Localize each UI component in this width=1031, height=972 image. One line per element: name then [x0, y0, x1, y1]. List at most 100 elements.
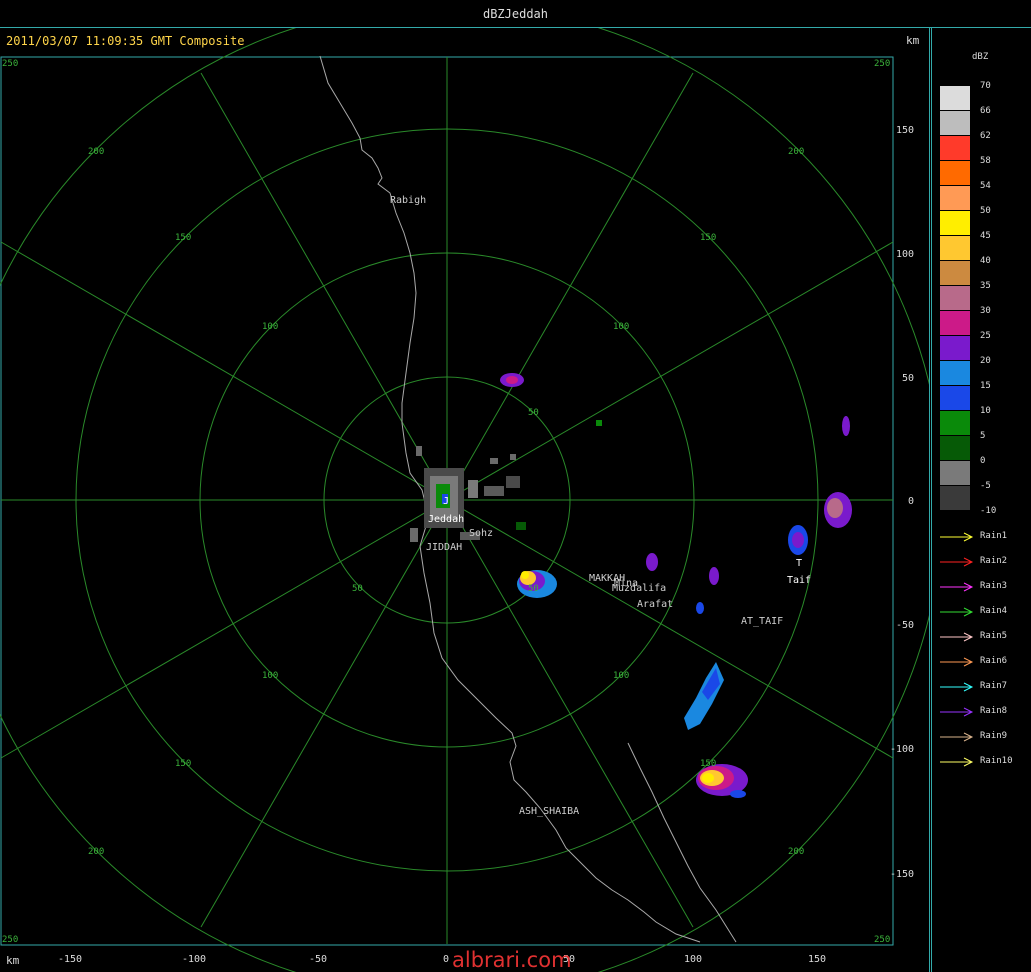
legend-swatch [940, 111, 970, 135]
legend-swatch [940, 411, 970, 435]
rain-label: Rain8 [980, 706, 1008, 716]
legend-value: 62 [980, 131, 991, 141]
place-taif: Taif [787, 575, 811, 586]
x-tick: -50 [309, 954, 327, 965]
place-arafat: Arafat [637, 599, 673, 610]
rain-arrow-icon [940, 757, 974, 767]
ring-label-50-sw: 50 [352, 584, 363, 594]
place-jiddah: JIDDAH [426, 542, 462, 553]
legend-swatch [940, 361, 970, 385]
legend-value: 35 [980, 281, 991, 291]
y-tick: 150 [896, 125, 914, 136]
place-at-taif: AT_TAIF [741, 616, 783, 627]
unit-label-top: km [906, 34, 920, 47]
place-jeddah: Jeddah [428, 514, 464, 525]
legend-value: 10 [980, 406, 991, 416]
legend-panel: dBZ 70 66 62 58 54 50 45 40 35 30 25 20 15 10 5 0 -5 -10… [931, 28, 1031, 972]
ring-label-100-sw: 100 [262, 671, 278, 681]
legend-value: 30 [980, 306, 991, 316]
legend-swatch [940, 286, 970, 310]
legend-unit: dBZ [972, 52, 989, 62]
legend-value: 70 [980, 81, 991, 91]
rain-arrow-icon [940, 557, 974, 567]
ring-label-150-sw: 150 [175, 759, 191, 769]
legend-value: 50 [980, 206, 991, 216]
ring-label-200-sw: 200 [88, 847, 104, 857]
legend-swatch [940, 261, 970, 285]
place-jeddah-marker: J [443, 496, 449, 507]
ring-label-50-se: 50 [528, 584, 539, 594]
rain-label: Rain7 [980, 681, 1008, 691]
legend-swatch [940, 311, 970, 335]
ring-label-150-ne: 150 [700, 233, 716, 243]
radar-canvas[interactable]: 50 50 50 100 100 100 100 150 150 150 150… [0, 28, 929, 972]
legend-swatch [940, 386, 970, 410]
ring-label-250-se: 250 [874, 935, 890, 945]
x-tick: 100 [684, 954, 702, 965]
place-taif-marker: T [796, 558, 802, 569]
ring-label-250-ne: 250 [874, 59, 890, 69]
y-tick: 0 [908, 496, 914, 507]
legend-swatch [940, 436, 970, 460]
ring-label-100-ne: 100 [613, 322, 629, 332]
y-tick: 50 [902, 373, 914, 384]
ring-label-250-nw: 250 [2, 59, 18, 69]
legend-value: 20 [980, 356, 991, 366]
legend-swatch [940, 161, 970, 185]
legend-value: 0 [980, 456, 986, 466]
rain-label: Rain9 [980, 731, 1008, 741]
x-tick: -100 [182, 954, 206, 965]
legend-value: 45 [980, 231, 991, 241]
x-tick: 150 [808, 954, 826, 965]
legend-value: 54 [980, 181, 991, 191]
unit-label-bottom: km [6, 954, 20, 967]
ring-label-150-nw: 150 [175, 233, 191, 243]
rain-arrow-icon [940, 657, 974, 667]
radar-panel[interactable]: 50 50 50 100 100 100 100 150 150 150 150… [0, 28, 930, 972]
ring-label-200-se: 200 [788, 847, 804, 857]
legend-swatch [940, 136, 970, 160]
legend-value-bottom: -10 [980, 506, 997, 516]
y-tick: -100 [890, 744, 914, 755]
rain-arrow-icon [940, 707, 974, 717]
ring-label-150-se: 150 [700, 759, 716, 769]
legend-swatch [940, 186, 970, 210]
legend-value: 66 [980, 106, 991, 116]
rain-label: Rain10 [980, 756, 1013, 766]
legend-value: 25 [980, 331, 991, 341]
watermark: albrari.com [452, 948, 572, 972]
legend-swatch [940, 236, 970, 260]
rain-label: Rain5 [980, 631, 1008, 641]
rain-arrow-icon [940, 607, 974, 617]
rain-arrow-icon [940, 582, 974, 592]
legend-swatch [940, 336, 970, 360]
rain-label: Rain4 [980, 606, 1008, 616]
rain-label: Rain3 [980, 581, 1008, 591]
ring-label-200-ne: 200 [788, 147, 804, 157]
x-tick: -150 [58, 954, 82, 965]
y-tick: -50 [896, 620, 914, 631]
x-tick: 0 [443, 954, 449, 965]
place-muzdalifa: Muzdalifa [612, 583, 666, 594]
place-ash-shaiba: ASH_SHAIBA [519, 806, 579, 817]
legend-value: -5 [980, 481, 991, 491]
rain-label: Rain1 [980, 531, 1008, 541]
rain-arrow-icon [940, 632, 974, 642]
ring-label-50-ne: 50 [528, 408, 539, 418]
x-axis-ticks: -150 -100 -50 0 50 100 150 [58, 954, 826, 965]
legend-value: 40 [980, 256, 991, 266]
rain-label: Rain6 [980, 656, 1008, 666]
legend-swatch [940, 461, 970, 485]
legend-value: 58 [980, 156, 991, 166]
rain-arrow-icon [940, 682, 974, 692]
y-axis-ticks: 150 100 50 0 -50 -100 -150 [890, 125, 914, 880]
legend-swatch [940, 211, 970, 235]
ring-label-250-sw: 250 [2, 935, 18, 945]
place-rabigh: Rabigh [390, 195, 426, 206]
legend-value: 15 [980, 381, 991, 391]
y-tick: 100 [896, 249, 914, 260]
ring-label-200-nw: 200 [88, 147, 104, 157]
window-title: dBZJeddah [0, 0, 1031, 28]
y-tick: -150 [890, 869, 914, 880]
legend-swatch [940, 86, 970, 110]
